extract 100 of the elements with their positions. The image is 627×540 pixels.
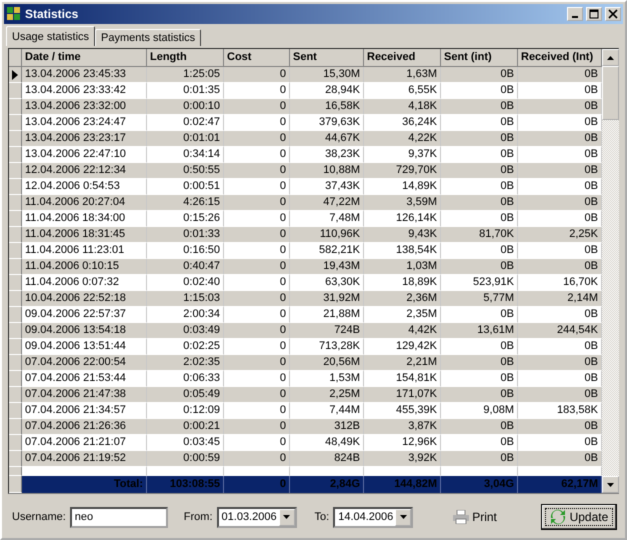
total-cell: Total:: [22, 476, 147, 493]
current-row-icon: [12, 70, 18, 80]
table-cell: 0:01:33: [147, 227, 224, 243]
down-arrow-icon: [607, 482, 614, 486]
window-title: Statistics: [25, 6, 80, 23]
table-cell: 0: [224, 163, 290, 179]
table-cell: 0: [224, 355, 290, 371]
table-cell: 0B: [441, 131, 518, 147]
table-cell: 0: [224, 99, 290, 115]
close-button[interactable]: [605, 7, 621, 21]
table-cell: 0:40:47: [147, 259, 224, 275]
total-cell: 0: [224, 476, 290, 493]
table-cell: 0:01:01: [147, 131, 224, 147]
total-cell: 3,04G: [441, 476, 518, 493]
table-cell: 11.04.2006 18:31:45: [22, 227, 147, 243]
table-cell: 0B: [441, 163, 518, 179]
scrollbar[interactable]: [602, 49, 619, 493]
username-label: Username:: [12, 510, 66, 525]
table-cell: 729,70K: [364, 163, 441, 179]
scroll-up-button[interactable]: [602, 49, 619, 66]
column-header[interactable]: Sent (int): [441, 49, 518, 67]
table-cell: 2,14M: [518, 291, 602, 307]
minimize-button[interactable]: [567, 7, 583, 21]
table-cell: 16,58K: [290, 99, 364, 115]
table-cell: 10,88M: [290, 163, 364, 179]
table-cell: 2,25M: [290, 387, 364, 403]
table-cell: 13.04.2006 23:45:33: [22, 67, 147, 83]
update-button[interactable]: Update: [540, 504, 617, 530]
printer-icon: [453, 510, 470, 524]
column-header[interactable]: Received: [364, 49, 441, 67]
from-date-picker[interactable]: 01.03.2006: [216, 506, 297, 528]
print-button[interactable]: Print: [453, 508, 497, 526]
table-cell: 07.04.2006 21:53:44: [22, 371, 147, 387]
table-cell: 11.04.2006 20:27:04: [22, 195, 147, 211]
table-cell: 0B: [518, 67, 602, 83]
total-cell: 2,84G: [290, 476, 364, 493]
table-cell: 0B: [441, 419, 518, 435]
table-cell: 81,70K: [441, 227, 518, 243]
table-cell: 724B: [290, 323, 364, 339]
column-header[interactable]: Cost: [224, 49, 290, 67]
maximize-button[interactable]: [586, 7, 602, 21]
table-cell: 0: [224, 67, 290, 83]
tab[interactable]: Payments statistics: [95, 29, 202, 46]
table-cell: 2,25K: [518, 227, 602, 243]
table-cell: 10.04.2006 22:52:18: [22, 291, 147, 307]
table-cell: 4,18K: [364, 99, 441, 115]
table-cell: 0: [224, 451, 290, 467]
date-label: From:: [184, 510, 213, 525]
table-cell: 0B: [518, 451, 602, 467]
table-cell: 0B: [518, 195, 602, 211]
table-cell: 0B: [441, 451, 518, 467]
table-cell: 0:03:49: [147, 323, 224, 339]
table-cell: 0: [224, 259, 290, 275]
table-cell: 0B: [518, 259, 602, 275]
table-cell: 47,22M: [290, 195, 364, 211]
table-cell: 0B: [518, 387, 602, 403]
table-cell: 07.04.2006 21:19:52: [22, 451, 147, 467]
table-cell: 4,22K: [364, 131, 441, 147]
scroll-down-button[interactable]: [602, 476, 619, 493]
minimize-icon: [572, 16, 578, 18]
table-cell: 824B: [290, 451, 364, 467]
to-date-picker[interactable]: 14.04.2006: [333, 506, 414, 528]
table-cell: 1,03M: [364, 259, 441, 275]
table-cell: 12.04.2006 22:12:34: [22, 163, 147, 179]
table-cell: 110,96K: [290, 227, 364, 243]
table-cell: 07.04.2006 21:21:07: [22, 435, 147, 451]
table-cell: 0B: [441, 355, 518, 371]
table-cell: 0B: [518, 99, 602, 115]
table-cell: 0:00:10: [147, 99, 224, 115]
table-cell: 44,67K: [290, 131, 364, 147]
table-cell: 0:05:49: [147, 387, 224, 403]
table-cell: 31,92M: [290, 291, 364, 307]
column-header[interactable]: Sent: [290, 49, 364, 67]
table-cell: 0:00:59: [147, 451, 224, 467]
username-field[interactable]: neo: [70, 506, 168, 528]
column-header[interactable]: Received (Int): [518, 49, 602, 67]
table-cell: 07.04.2006 22:00:54: [22, 355, 147, 371]
date-label: To:: [314, 510, 330, 525]
tab[interactable]: Usage statistics: [6, 26, 96, 46]
table-cell: 0: [224, 419, 290, 435]
table-cell: 1:25:05: [147, 67, 224, 83]
scroll-thumb[interactable]: [602, 66, 619, 120]
table-cell: 0B: [441, 99, 518, 115]
table-cell: 13.04.2006 23:23:17: [22, 131, 147, 147]
refresh-icon: [550, 509, 566, 525]
table-cell: 0: [224, 323, 290, 339]
column-header[interactable]: Length: [147, 49, 224, 67]
table-cell: 0:00:21: [147, 419, 224, 435]
column-header[interactable]: Date / time: [22, 49, 147, 67]
table-cell: 0B: [441, 387, 518, 403]
table-cell: 09.04.2006 13:54:18: [22, 323, 147, 339]
table-cell: 2,36M: [364, 291, 441, 307]
row-indicator[interactable]: [9, 67, 22, 83]
table-cell: 9,43K: [364, 227, 441, 243]
table-cell: 0: [224, 131, 290, 147]
table-cell: 3,59M: [364, 195, 441, 211]
maximize-icon: [589, 9, 599, 19]
table-cell: 312B: [290, 419, 364, 435]
table-cell: 13,61M: [441, 323, 518, 339]
total-cell: 144,82M: [364, 476, 441, 493]
